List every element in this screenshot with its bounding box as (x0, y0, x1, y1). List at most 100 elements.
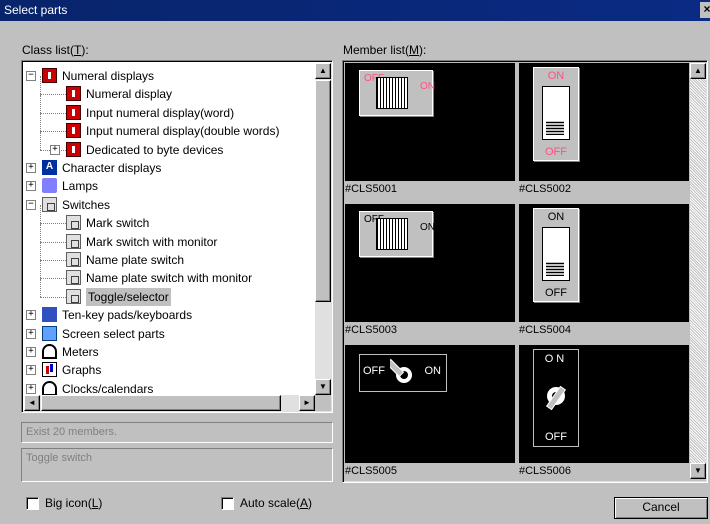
clock-icon (42, 380, 57, 395)
tree-item-label: Clocks/calendars (62, 381, 154, 395)
member-cls5001[interactable]: OFF ON (345, 63, 515, 181)
tree-item-label: Toggle/selector (86, 287, 171, 306)
tree-item[interactable]: + A Character displays (24, 159, 314, 177)
tree-item[interactable]: Input numeral display(double words) (24, 113, 314, 140)
scroll-right-button[interactable]: ► (299, 395, 315, 411)
expand-icon[interactable]: + (26, 163, 36, 173)
on-label: ON (424, 365, 442, 377)
expand-icon[interactable]: + (26, 181, 36, 192)
collapse-icon[interactable]: − (26, 199, 36, 210)
expand-icon[interactable]: + (26, 383, 36, 394)
tree-item-label: Input numeral display(word) (86, 105, 235, 120)
meter-icon (42, 344, 57, 359)
lamp-icon (42, 178, 57, 194)
toggle-lever (542, 227, 570, 281)
collapse-icon[interactable]: − (26, 71, 36, 81)
numeral-icon (66, 123, 81, 139)
tree-item[interactable]: + Screen select parts (24, 325, 314, 343)
screen-icon (42, 325, 57, 341)
tree-item[interactable]: Mark switch with monitor (24, 223, 314, 251)
numeral-icon (42, 68, 57, 83)
off-label: OFF (545, 287, 567, 299)
vertical-toggle-icon: ON OFF (533, 208, 579, 302)
tree-item[interactable]: + Graphs (24, 361, 314, 379)
tree-connector (40, 205, 41, 224)
tree-item-label: Graphs (62, 363, 102, 378)
expand-icon[interactable]: + (26, 365, 36, 376)
tree-item[interactable]: Numeral display (24, 76, 314, 103)
tree-horizontal-scrollbar[interactable]: ◄ ► (24, 395, 315, 411)
tree-connector (40, 260, 41, 279)
tree-item-label: Meters (62, 345, 99, 359)
expand-icon[interactable]: + (26, 328, 36, 339)
title-bar: Select parts × (0, 0, 710, 21)
close-icon[interactable]: × (700, 2, 710, 18)
off-label: OFF (364, 214, 384, 225)
rotary-selector-vertical-icon: ON OFF (533, 349, 579, 447)
member-list-grid[interactable]: OFF ON ON OFF #CLS5001 #CLS5002 OFF ON O… (342, 60, 708, 483)
scroll-down-button[interactable]: ▼ (315, 379, 331, 395)
tree-item[interactable]: Name plate switch with monitor (24, 260, 314, 287)
on-label: ON (547, 70, 565, 82)
tree-connector (40, 131, 41, 150)
scroll-left-button[interactable]: ◄ (24, 395, 40, 411)
tree-item[interactable]: + Ten-key pads/keyboards (24, 306, 314, 324)
tree-item-label: Input numeral display(double words) (86, 124, 280, 139)
member-cls5005[interactable]: OFF ON (345, 345, 515, 463)
rotary-selector-icon: OFF ON (359, 354, 447, 392)
hscroll-thumb[interactable] (41, 395, 281, 411)
on-label: ON (420, 81, 435, 92)
tree-item[interactable]: Name plate switch (24, 242, 314, 269)
switch-icon (66, 252, 81, 267)
scroll-up-button[interactable]: ▲ (690, 63, 706, 79)
member-cls5003[interactable]: OFF ON (345, 204, 515, 322)
switch-icon (66, 288, 81, 304)
member-id-label: #CLS5001 (345, 183, 397, 195)
scroll-down-button[interactable]: ▼ (690, 463, 706, 479)
selector-knob-icon (545, 385, 567, 411)
member-cls5004[interactable]: ON OFF (519, 204, 689, 322)
graph-icon (42, 362, 57, 378)
switch-icon (66, 233, 81, 249)
tree-item[interactable]: Mark switch (24, 205, 314, 232)
member-cls5006[interactable]: ON OFF (519, 345, 689, 463)
tree-vertical-scrollbar[interactable]: ▲ ▼ (315, 63, 331, 395)
tree-item[interactable]: + Clocks/calendars (24, 380, 314, 395)
scroll-up-button[interactable]: ▲ (315, 63, 331, 79)
tree-item-label: Character displays (62, 161, 162, 175)
member-id-label: #CLS5004 (519, 324, 571, 336)
toggle-lever (376, 218, 408, 250)
tree-item[interactable]: Input numeral display(word) (24, 94, 314, 122)
tree-item-label: Name plate switch with monitor (86, 271, 253, 286)
tree-item-label: Ten-key pads/keyboards (62, 308, 193, 323)
toggle-lever (376, 77, 408, 109)
class-list-tree[interactable]: − Numeral displays Numeral display Input nu… (21, 60, 333, 413)
off-label: OFF (545, 431, 567, 443)
tree-item[interactable]: + Dedicated to byte devices (24, 131, 314, 159)
big-icon-checkbox[interactable] (26, 497, 39, 510)
cancel-button[interactable]: Cancel (614, 497, 708, 519)
tree-item-label: Lamps (62, 179, 99, 194)
scroll-thumb[interactable] (315, 80, 331, 302)
expand-icon[interactable]: + (26, 347, 36, 357)
horizontal-toggle-icon: OFF ON (359, 70, 435, 116)
tree-item[interactable]: + Meters (24, 343, 314, 361)
tree-item[interactable]: Toggle/selector (24, 278, 314, 306)
expand-icon[interactable]: + (26, 310, 36, 321)
switch-icon (42, 196, 57, 212)
member-list-label: Member list(M): (343, 43, 427, 57)
tree-item[interactable]: − Switches (24, 196, 314, 214)
member-list-scrollbar[interactable]: ▲ ▼ (690, 63, 706, 479)
member-cls5002[interactable]: ON OFF (519, 63, 689, 181)
tree-item[interactable]: − Numeral displays (24, 67, 314, 85)
expand-icon[interactable]: + (50, 144, 60, 155)
tree-item-label: Numeral displays (62, 69, 155, 83)
tree-item-label: Dedicated to byte devices (86, 142, 224, 157)
on-label: ON (547, 211, 565, 223)
auto-scale-label: Auto scale(A) (240, 496, 313, 510)
tree-connector (40, 223, 41, 242)
auto-scale-checkbox[interactable] (221, 497, 234, 510)
tree-item[interactable]: + Lamps (24, 177, 314, 195)
big-icon-label: Big icon(L) (45, 496, 103, 510)
off-label: OFF (363, 365, 385, 377)
